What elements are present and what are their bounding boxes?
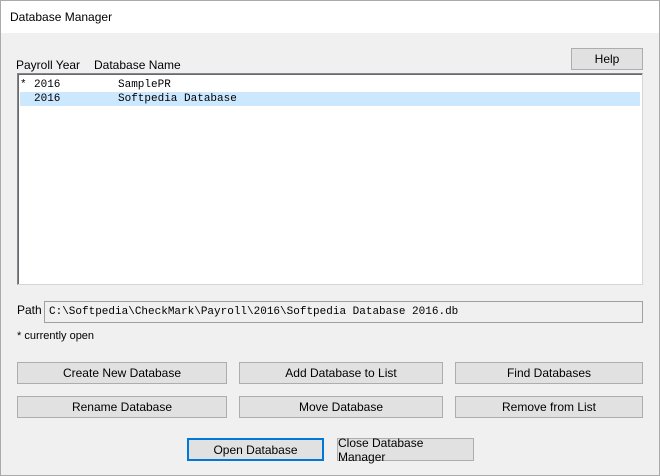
- find-databases-button[interactable]: Find Databases: [455, 362, 643, 384]
- column-header-payroll-year: Payroll Year: [16, 58, 81, 72]
- database-list[interactable]: * 2016 SamplePR 2016 Softpedia Database: [17, 73, 643, 285]
- list-item-year: 2016: [34, 79, 61, 91]
- path-field[interactable]: C:\Softpedia\CheckMark\Payroll\2016\Soft…: [44, 301, 643, 323]
- add-database-to-list-button[interactable]: Add Database to List: [239, 362, 443, 384]
- path-label: Path: [17, 303, 42, 317]
- rename-database-button[interactable]: Rename Database: [17, 396, 227, 418]
- remove-from-list-button[interactable]: Remove from List: [455, 396, 643, 418]
- move-database-button[interactable]: Move Database: [239, 396, 443, 418]
- window-title: Database Manager: [10, 10, 113, 24]
- title-bar[interactable]: Database Manager: [1, 1, 659, 33]
- open-database-button[interactable]: Open Database: [187, 438, 324, 461]
- currently-open-marker: *: [20, 79, 27, 91]
- list-item[interactable]: * 2016 SamplePR: [20, 78, 640, 92]
- list-item-selected[interactable]: 2016 Softpedia Database: [20, 92, 640, 106]
- column-header-database-name: Database Name: [94, 58, 181, 72]
- close-database-manager-button[interactable]: Close Database Manager: [337, 436, 474, 464]
- currently-open-note: * currently open: [17, 330, 95, 342]
- list-item-year: 2016: [34, 93, 61, 105]
- list-item-name: SamplePR: [118, 79, 171, 91]
- list-item-name: Softpedia Database: [118, 93, 237, 105]
- help-button[interactable]: Help: [571, 48, 643, 70]
- create-new-database-button[interactable]: Create New Database: [17, 362, 227, 384]
- database-manager-window: Database Manager Payroll Year Database N…: [0, 0, 660, 476]
